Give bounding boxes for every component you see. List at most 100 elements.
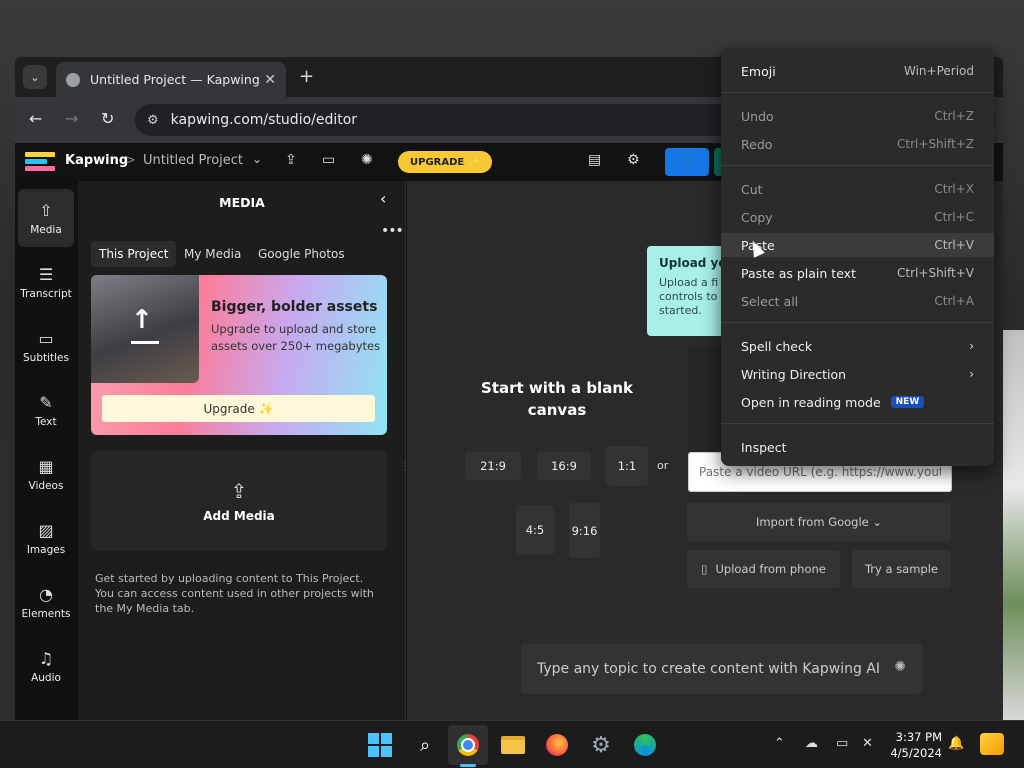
breadcrumb-separator: > <box>125 153 136 168</box>
more-options-icon[interactable]: ••• <box>381 223 404 239</box>
volume-mute-icon[interactable]: ✕ <box>862 736 873 751</box>
transcript-icon: ☰ <box>38 264 54 284</box>
tab-my-media[interactable]: My Media <box>176 241 249 267</box>
active-app-indicator <box>460 764 476 767</box>
rail-item-text[interactable]: ✎ Text <box>18 381 74 439</box>
kapwing-logo-icon[interactable] <box>25 152 55 172</box>
menu-item-label: Redo <box>741 136 773 152</box>
rail-item-subtitles[interactable]: ▭ Subtitles <box>18 317 74 375</box>
network-icon[interactable]: ▭ <box>836 736 848 751</box>
desktop-wallpaper <box>1003 330 1024 720</box>
reload-icon[interactable]: ↻ <box>101 109 114 128</box>
subtitles-toggle-icon[interactable]: ▭ <box>322 152 335 168</box>
chevron-right-icon: › <box>969 367 974 381</box>
subtitles-icon: ▭ <box>38 328 54 348</box>
menu-item-label: Copy <box>741 209 773 225</box>
ai-prompt-bar[interactable]: Type any topic to create content with Ka… <box>521 644 922 694</box>
export-icon[interactable]: ⇪ <box>285 152 297 168</box>
project-name[interactable]: Untitled Project <box>143 153 243 168</box>
menu-item-writing-direction[interactable]: Writing Direction › <box>721 362 994 386</box>
menu-item-redo[interactable]: Redo Ctrl+Shift+Z <box>721 132 994 156</box>
menu-item-paste-plain[interactable]: Paste as plain text Ctrl+Shift+V <box>721 261 994 285</box>
context-menu: Emoji Win+Period Undo Ctrl+Z Redo Ctrl+S… <box>721 48 994 466</box>
clock[interactable]: 3:37 PM 4/5/2024 <box>888 729 942 761</box>
copilot-icon[interactable] <box>980 733 1004 755</box>
upgrade-button[interactable]: UPGRADE ✨ <box>398 151 493 173</box>
lightbulb-icon[interactable]: ✺ <box>894 659 906 675</box>
menu-item-shortcut: Win+Period <box>903 64 974 78</box>
ratio-9-16-button[interactable]: 9:16 <box>569 503 600 558</box>
rail-item-transcript[interactable]: ☰ Transcript <box>18 253 74 311</box>
ai-prompt-placeholder: Type any topic to create content with Ka… <box>537 661 881 677</box>
ratio-21-9-button[interactable]: 21:9 <box>465 452 521 480</box>
new-tab-button[interactable]: + <box>299 66 314 87</box>
upload-dropzone[interactable] <box>687 346 721 456</box>
ratio-16-9-button[interactable]: 16:9 <box>537 452 591 480</box>
edge-icon[interactable] <box>631 731 659 759</box>
menu-item-undo[interactable]: Undo Ctrl+Z <box>721 104 994 128</box>
menu-item-emoji[interactable]: Emoji Win+Period <box>721 59 994 83</box>
tab-title: Untitled Project — Kapwing <box>90 72 260 87</box>
upload-arrow-icon: ↑ <box>131 305 153 335</box>
brand-name[interactable]: Kapwing <box>65 153 128 168</box>
rail-item-label: Transcript <box>20 287 72 300</box>
gear-icon[interactable]: ⚙ <box>627 152 640 168</box>
upgrade-promo-card: ↑ Bigger, bolder assets Upgrade to uploa… <box>91 275 387 435</box>
rail-item-images[interactable]: ▨ Images <box>18 509 74 567</box>
rail-item-audio[interactable]: ♫ Audio <box>18 637 74 695</box>
browser-tab[interactable]: Untitled Project — Kapwing ✕ <box>56 62 286 97</box>
chevron-up-icon[interactable]: ⌃ <box>774 736 785 751</box>
windows-start-icon[interactable] <box>366 731 394 759</box>
menu-item-spell-check[interactable]: Spell check › <box>721 334 994 358</box>
notification-bell-icon[interactable]: 🔔 <box>948 736 964 751</box>
chrome-taskbar-icon[interactable] <box>448 725 488 765</box>
menu-separator <box>721 92 994 93</box>
chevron-left-icon[interactable]: ‹ <box>380 189 386 208</box>
chevron-down-icon: ⌄ <box>30 70 40 84</box>
forward-icon[interactable]: → <box>65 109 78 128</box>
tooltip-line: controls to <box>659 290 718 303</box>
promo-upgrade-button[interactable]: Upgrade ✨ <box>102 395 375 422</box>
menu-item-shortcut: Ctrl+A <box>934 294 974 308</box>
tab-this-project[interactable]: This Project <box>91 241 177 267</box>
close-icon[interactable]: ✕ <box>264 72 276 88</box>
menu-item-cut[interactable]: Cut Ctrl+X <box>721 177 994 201</box>
shapes-icon: ◔ <box>39 584 53 604</box>
firefox-icon[interactable] <box>543 731 571 759</box>
menu-item-shortcut: Ctrl+X <box>934 182 974 196</box>
menu-item-label: Emoji <box>741 63 776 79</box>
comments-icon[interactable]: ▤ <box>588 152 601 168</box>
rail-item-elements[interactable]: ◔ Elements <box>18 573 74 631</box>
try-sample-button[interactable]: Try a sample <box>852 550 951 588</box>
file-explorer-icon[interactable] <box>499 731 527 759</box>
ratio-1-1-button[interactable]: 1:1 <box>606 446 648 486</box>
invite-button[interactable]: 👤 <box>665 148 709 176</box>
tab-google-photos[interactable]: Google Photos <box>250 241 353 267</box>
menu-item-label: Writing Direction <box>741 366 847 382</box>
tab-search-button[interactable]: ⌄ <box>23 65 47 89</box>
menu-separator <box>721 423 994 424</box>
search-icon[interactable]: ⌕ <box>411 731 439 759</box>
ratio-4-5-button[interactable]: 4:5 <box>516 505 554 555</box>
lightbulb-icon[interactable]: ✺ <box>361 152 373 168</box>
import-google-button[interactable]: Import from Google ⌄ <box>687 503 951 541</box>
rail-item-videos[interactable]: ▦ Videos <box>18 445 74 503</box>
menu-item-select-all[interactable]: Select all Ctrl+A <box>721 289 994 313</box>
upload-cloud-icon: ⇧ <box>39 200 53 220</box>
menu-item-reading-mode[interactable]: Open in reading mode NEW <box>721 390 994 414</box>
rail-item-media[interactable]: ⇧ Media <box>18 189 74 247</box>
chevron-down-icon[interactable]: ⌄ <box>252 152 262 166</box>
back-icon[interactable]: ← <box>29 109 42 128</box>
menu-item-shortcut: Ctrl+C <box>934 210 974 224</box>
text-edit-icon: ✎ <box>39 392 53 412</box>
settings-gear-icon[interactable]: ⚙ <box>587 731 615 759</box>
site-info-icon[interactable]: ⚙ <box>147 113 159 128</box>
add-media-button[interactable]: ⇪ Add Media <box>91 451 387 551</box>
menu-item-copy[interactable]: Copy Ctrl+C <box>721 205 994 229</box>
menu-item-label: Undo <box>741 108 774 124</box>
taskbar: ⌕ ⚙ ⌃ ☁ ▭ ✕ 3:37 PM 4/5/2024 🔔 <box>0 720 1024 768</box>
cloud-off-icon[interactable]: ☁ <box>805 736 818 751</box>
url-text: kapwing.com/studio/editor <box>170 112 358 128</box>
upload-phone-button[interactable]: ▯ Upload from phone <box>687 550 840 588</box>
menu-item-inspect[interactable]: Inspect <box>721 435 994 459</box>
